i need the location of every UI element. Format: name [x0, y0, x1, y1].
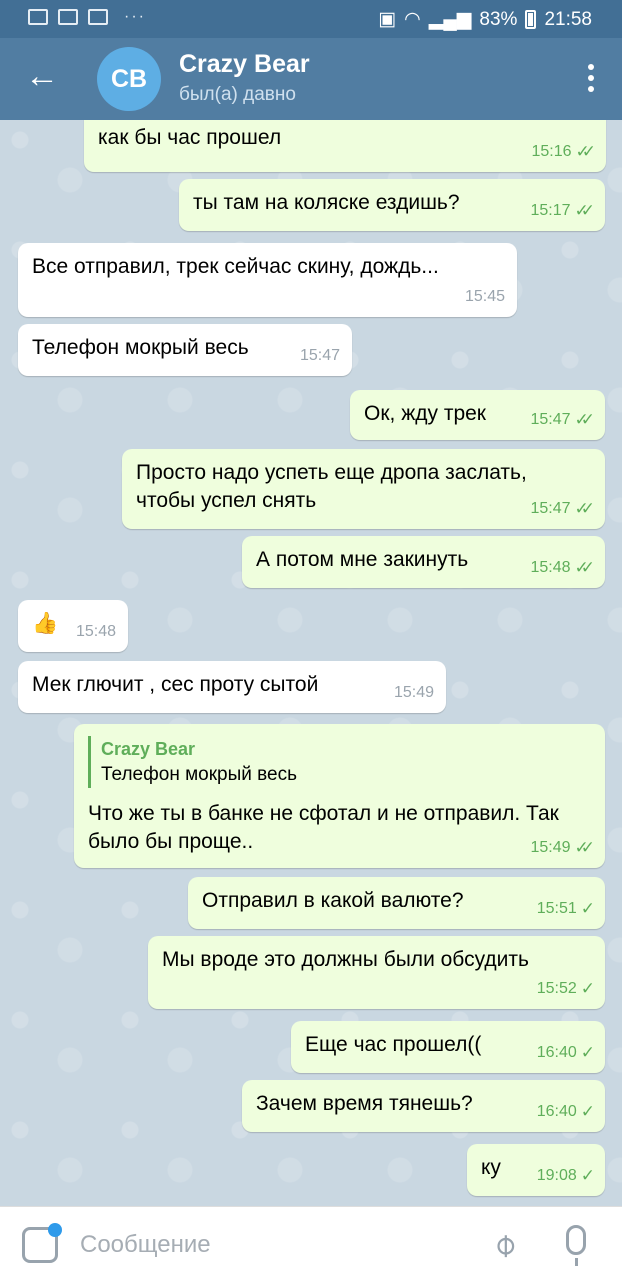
message-bubble[interactable]: Мы вроде это должны были обсудить 15:52 ✓ [148, 936, 605, 1009]
message-bubble[interactable]: как бы час прошел 15:16 ✓✓ [84, 120, 606, 172]
message-time: 15:17 [530, 202, 571, 219]
thumbs-up-emoji: 👍 [32, 612, 59, 635]
message-text: Что же ты в банке не сфотал и не отправи… [88, 802, 559, 853]
message-text: ку [481, 1156, 501, 1179]
message-text: Ок, жду трек [364, 402, 486, 425]
message-time: 15:49 [530, 839, 571, 856]
message-bubble[interactable]: Ок, жду трек 15:47 ✓✓ [350, 390, 605, 440]
message-text: Еще час прошел(( [305, 1033, 482, 1056]
avatar[interactable]: CB [97, 47, 161, 111]
battery-icon [525, 10, 537, 29]
mail-notification-icon [88, 9, 108, 25]
message-time: 19:08 [536, 1167, 577, 1184]
message-text: Отправил в какой валюте? [202, 889, 464, 912]
contact-name[interactable]: Crazy Bear [179, 50, 310, 79]
sent-check-icon: ✓ [580, 899, 596, 918]
message-bubble[interactable]: Все отправил, трек сейчас скину, дождь..… [18, 243, 517, 317]
message-bubble[interactable]: Зачем время тянешь? 16:40 ✓ [242, 1080, 605, 1132]
more-options-icon[interactable] [582, 60, 600, 96]
attach-icon[interactable]: ⌀ [483, 1224, 523, 1264]
notification-dot [48, 1223, 62, 1237]
wifi-icon: ◠ [404, 9, 421, 30]
message-list[interactable]: как бы час прошел 15:16 ✓✓ ты там на коля… [0, 120, 622, 1206]
contact-status: был(а) давно [179, 84, 296, 105]
message-time: 15:52 [536, 980, 577, 997]
sent-check-icon: ✓ [580, 1043, 596, 1062]
message-text: Мы вроде это должны были обсудить [162, 948, 529, 971]
lock-icon: ▣ [378, 9, 397, 30]
message-bubble[interactable]: 👍 15:48 [18, 600, 128, 652]
sent-check-icon: ✓ [580, 1166, 596, 1185]
message-bubble[interactable]: ты там на коляске ездишь? 15:17 ✓✓ [179, 179, 605, 231]
message-time: 15:47 [299, 347, 340, 364]
message-text: ты там на коляске ездишь? [193, 191, 460, 214]
reply-author: Crazy Bear [101, 739, 196, 759]
mail-notification-icon [58, 9, 78, 25]
status-bar: ··· ▣ ◠ ▂▄▆ 83% 21:58 [0, 0, 622, 38]
message-text: как бы час прошел [98, 126, 282, 149]
chat-header: ← CB Crazy Bear был(а) давно [0, 38, 622, 120]
message-text: Зачем время тянешь? [256, 1092, 473, 1115]
clock: 21:58 [544, 8, 592, 30]
message-bubble[interactable]: Crazy Bear Телефон мокрый весь Что же ты… [74, 724, 605, 868]
message-bubble[interactable]: А потом мне закинуть 15:48 ✓✓ [242, 536, 605, 588]
message-bubble[interactable]: Просто надо успеть еще дропа заслать, чт… [122, 449, 605, 529]
read-check-icon: ✓✓ [574, 838, 595, 857]
read-check-icon: ✓✓ [574, 499, 595, 518]
message-text: Телефон мокрый весь [32, 336, 249, 359]
message-text: Мек глючит , сес проту сытой [32, 673, 319, 696]
message-input[interactable]: Сообщение [80, 1231, 211, 1259]
read-check-icon: ✓✓ [574, 201, 595, 220]
message-time: 15:47 [530, 411, 571, 428]
back-arrow-icon[interactable]: ← [22, 56, 62, 96]
message-text: Просто надо успеть еще дропа заслать, чт… [136, 461, 527, 512]
reply-text: Телефон мокрый весь [101, 764, 298, 785]
message-time: 15:49 [393, 684, 434, 701]
read-check-icon: ✓✓ [574, 410, 595, 429]
message-text: А потом мне закинуть [256, 548, 469, 571]
message-bubble[interactable]: Отправил в какой валюте? 15:51 ✓ [188, 877, 605, 929]
read-check-icon: ✓✓ [574, 558, 595, 577]
message-bubble[interactable]: Еще час прошел(( 16:40 ✓ [291, 1021, 605, 1073]
sent-check-icon: ✓ [580, 1102, 596, 1121]
message-time: 15:45 [464, 288, 505, 305]
message-time: 15:51 [536, 900, 577, 917]
signal-icon: ▂▄▆ [428, 9, 472, 30]
message-time: 15:16 [531, 143, 572, 160]
message-bubble[interactable]: ку 19:08 ✓ [467, 1144, 605, 1196]
message-bubble[interactable]: Телефон мокрый весь 15:47 [18, 324, 352, 376]
message-time: 16:40 [536, 1044, 577, 1061]
message-time: 15:48 [530, 559, 571, 576]
microphone-icon[interactable] [566, 1225, 586, 1266]
more-notifications-icon: ··· [124, 8, 146, 25]
message-composer: Сообщение ⌀ [0, 1206, 622, 1280]
read-check-icon: ✓✓ [575, 142, 596, 161]
battery-percent: 83% [479, 8, 518, 30]
message-time: 15:48 [75, 623, 116, 640]
message-time: 16:40 [536, 1103, 577, 1120]
gallery-notification-icon [28, 9, 48, 25]
message-bubble[interactable]: Мек глючит , сес проту сытой 15:49 [18, 661, 446, 713]
message-time: 15:47 [530, 500, 571, 517]
reply-quote[interactable]: Crazy Bear Телефон мокрый весь [88, 736, 591, 788]
message-text: Все отправил, трек сейчас скину, дождь..… [32, 255, 439, 278]
sent-check-icon: ✓ [580, 979, 596, 998]
